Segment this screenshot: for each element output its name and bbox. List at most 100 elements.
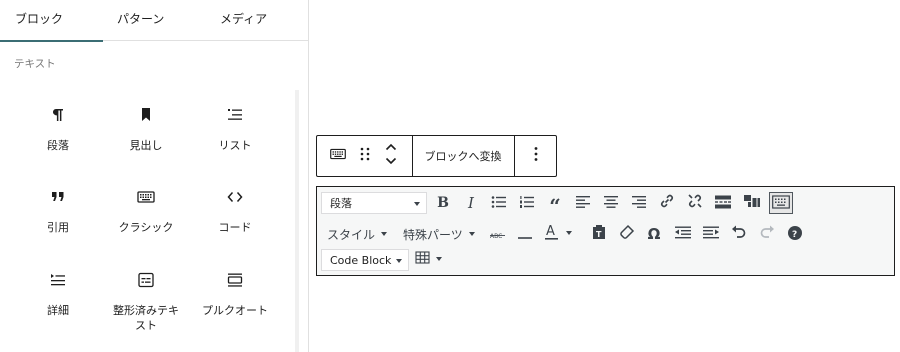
link-button[interactable] (657, 192, 677, 214)
table-icon (415, 250, 445, 270)
keyboard-icon (98, 186, 194, 208)
svg-text:A: A (546, 224, 555, 239)
block-label-line: 整形済みテキ (113, 304, 179, 317)
toolbar-toggle-button[interactable] (741, 192, 763, 214)
horizontal-rule-button[interactable] (515, 223, 535, 245)
indent-button[interactable] (701, 223, 721, 245)
block-label-line: スト (135, 319, 157, 332)
move-up-down-icon (383, 141, 399, 171)
undo-button[interactable] (729, 223, 749, 245)
align-left-button[interactable] (573, 192, 593, 214)
svg-text:ABC: ABC (490, 233, 502, 240)
clear-formatting-button[interactable] (617, 223, 637, 245)
undo-icon (731, 224, 747, 244)
text-color-button[interactable]: A (541, 223, 577, 245)
tab-blocks[interactable]: ブロック (0, 0, 104, 42)
code-block-select[interactable]: Code Block (321, 249, 409, 271)
chevron-down-icon (381, 232, 388, 236)
bullet-list-button[interactable] (489, 192, 509, 214)
drag-handle-icon (358, 145, 372, 167)
drag-handle[interactable] (355, 136, 375, 176)
classic-editor-toolbar: 段落 B I “ スタイル 特殊パーツ ABC A T Ω ? Code Blo… (316, 186, 895, 276)
special-chars-menu-label: 特殊パーツ (403, 227, 463, 242)
inserter-scrollbar[interactable] (295, 90, 299, 352)
help-button[interactable]: ? (785, 223, 805, 245)
align-center-button[interactable] (601, 192, 621, 214)
special-chars-menu[interactable]: 特殊パーツ (403, 223, 475, 245)
paste-as-text-button[interactable]: T (589, 223, 609, 245)
italic-button[interactable]: I (461, 192, 481, 214)
block-label: 見出し (129, 139, 163, 152)
blockquote-button[interactable]: “ (545, 192, 565, 218)
redo-icon (759, 224, 775, 244)
preformatted-icon (98, 269, 194, 291)
text-color-icon: A (544, 223, 574, 245)
keyboard-toggle-button[interactable] (769, 192, 793, 214)
outdent-button[interactable] (673, 223, 693, 245)
format-select-value: 段落 (330, 197, 352, 210)
quote-icon (10, 186, 106, 208)
redo-button[interactable] (757, 223, 777, 245)
block-details[interactable]: 詳細 (10, 269, 106, 318)
block-inserter-panel: ブロック パターン メディア テキスト 段落 見出し リスト 引用 クラシック (0, 0, 309, 352)
strikethrough-button[interactable]: ABC (487, 223, 509, 245)
format-select[interactable]: 段落 (321, 192, 427, 214)
block-preformatted[interactable]: 整形済みテキ スト (98, 269, 194, 333)
link-icon (659, 193, 675, 213)
help-icon: ? (788, 225, 802, 244)
block-label: クラシック (118, 221, 174, 234)
block-type-button[interactable] (325, 136, 351, 176)
keyboard-icon (772, 194, 790, 213)
inserter-tabs: ブロック パターン メディア (0, 0, 308, 42)
outdent-icon (675, 225, 691, 244)
block-quote[interactable]: 引用 (10, 186, 106, 235)
chevron-down-icon (396, 259, 402, 263)
block-heading[interactable]: 見出し (98, 104, 194, 153)
more-options-button[interactable] (515, 136, 557, 176)
move-up-down-button[interactable] (379, 136, 403, 176)
bullet-list-icon (491, 194, 507, 213)
tab-media[interactable]: メディア (220, 0, 267, 41)
unlink-button[interactable] (685, 192, 705, 214)
paragraph-icon (10, 104, 106, 126)
paste-as-text-icon: T (592, 224, 606, 244)
block-label: 詳細 (47, 304, 69, 317)
numbered-list-button[interactable] (517, 192, 537, 214)
convert-to-blocks-button[interactable]: ブロックへ変換 (413, 136, 513, 176)
block-paragraph[interactable]: 段落 (10, 104, 106, 153)
block-classic[interactable]: クラシック (98, 186, 194, 235)
align-right-button[interactable] (629, 192, 649, 214)
numbered-list-icon (519, 194, 535, 213)
align-center-icon (604, 194, 618, 213)
block-list[interactable]: リスト (187, 104, 283, 153)
style-menu[interactable]: スタイル (327, 223, 388, 245)
block-label: 整形済みテキ スト (98, 303, 194, 333)
read-more-icon (715, 194, 731, 213)
read-more-button[interactable] (713, 192, 733, 214)
block-pullquote[interactable]: プルクオート (187, 269, 283, 318)
unlink-icon (687, 193, 703, 213)
block-label: 段落 (47, 139, 69, 152)
chevron-down-icon (468, 232, 475, 236)
pullquote-icon (187, 269, 283, 291)
align-right-icon (632, 194, 646, 213)
bold-icon: B (437, 195, 449, 211)
omega-icon: Ω (647, 225, 661, 243)
table-button[interactable] (413, 249, 447, 271)
code-block-select-label: Code Block (330, 253, 392, 267)
special-character-button[interactable]: Ω (643, 223, 665, 245)
blockquote-icon: “ (549, 194, 561, 218)
bold-button[interactable]: B (433, 192, 453, 214)
list-icon (187, 104, 283, 126)
block-code[interactable]: コード (187, 186, 283, 235)
block-toolbar: ブロックへ変換 (316, 135, 557, 177)
chevron-down-icon (414, 202, 420, 206)
tab-patterns[interactable]: パターン (117, 0, 164, 41)
style-menu-label: スタイル (327, 227, 376, 242)
heading-bookmark-icon (98, 104, 194, 126)
more-options-icon (533, 145, 539, 167)
keyboard-icon (328, 144, 348, 168)
indent-icon (703, 225, 719, 244)
horizontal-rule-icon (518, 225, 532, 244)
category-title-text: テキスト (14, 58, 56, 70)
